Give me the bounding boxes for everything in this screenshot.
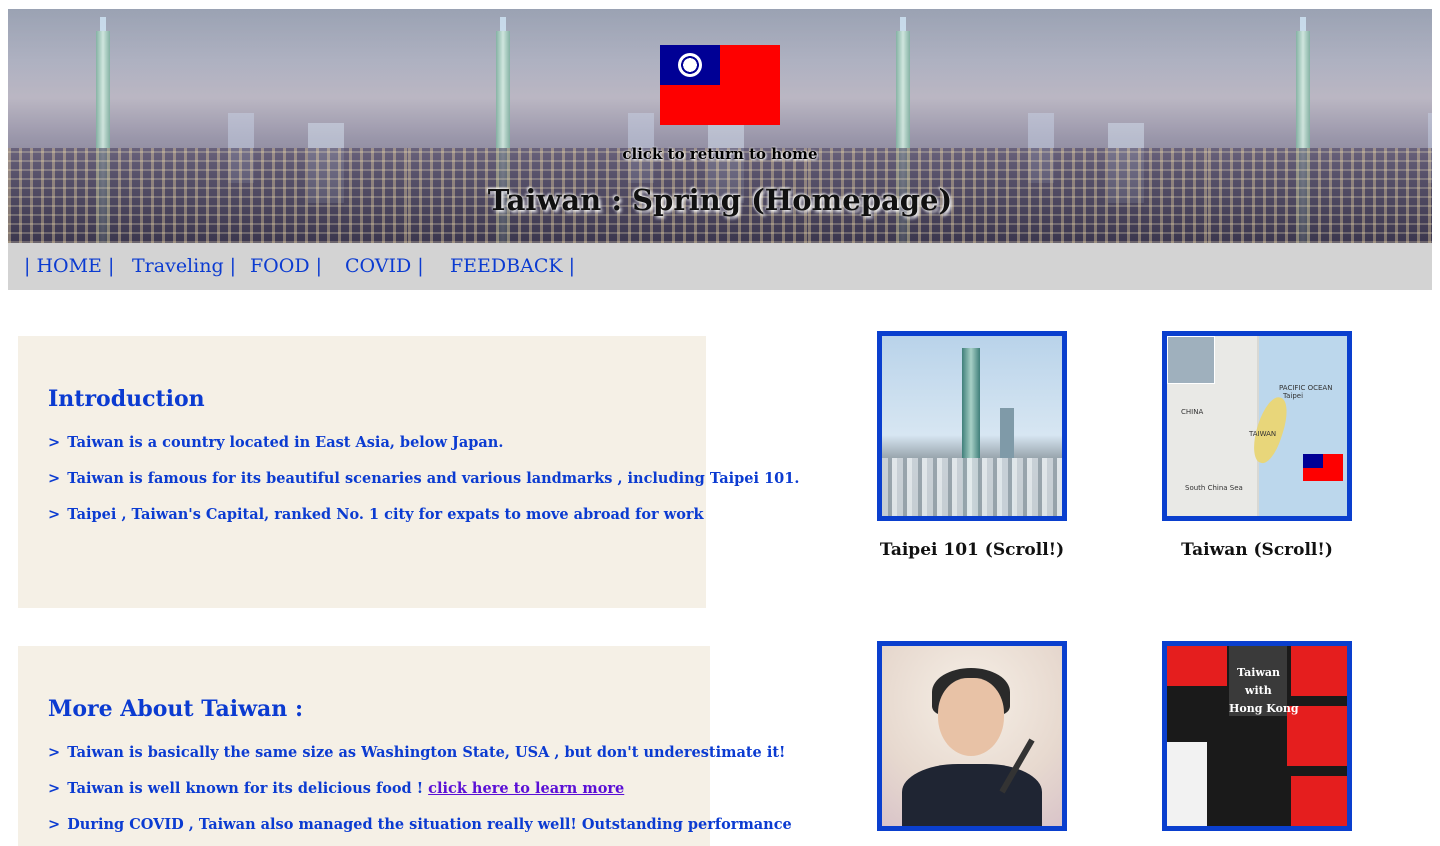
page-title: Taiwan : Spring (Homepage) [487, 183, 953, 217]
nav-item-traveling[interactable]: Traveling | [132, 255, 236, 277]
more-line: > Taiwan is well known for its delicious… [48, 780, 625, 797]
learn-more-link[interactable]: click here to learn more [428, 780, 624, 797]
nav-item-home[interactable]: | HOME | [24, 255, 114, 277]
header-banner: click to return to home Taiwan : Spring … [8, 9, 1432, 243]
more-heading: More About Taiwan : [48, 696, 304, 722]
more-about-section: More About Taiwan : > Taiwan is basicall… [18, 646, 792, 846]
nav-item-feedback[interactable]: FEEDBACK | [450, 255, 575, 277]
nav-item-covid[interactable]: COVID | [345, 255, 424, 277]
president-image [882, 646, 1062, 826]
main-nav: | HOME | Traveling | FOOD | COVID | FEED… [8, 243, 1432, 290]
return-home-link[interactable]: click to return to home [528, 145, 912, 163]
taipei101-image [882, 336, 1062, 516]
taipei101-image-card[interactable] [877, 331, 1067, 521]
white-sun-icon [678, 53, 702, 77]
taiwan-flag-icon[interactable] [660, 45, 780, 125]
intro-section: Introduction > Taiwan is a country locat… [18, 336, 799, 608]
more-line: > Taiwan is basically the same size as W… [48, 744, 786, 761]
taiwan-map-image-card[interactable]: PACIFIC OCEAN CHINA Taipei TAIWAN South … [1162, 331, 1352, 521]
taiwan-map-caption: Taiwan (Scroll!) [1181, 540, 1333, 560]
intro-line: > Taiwan is famous for its beautiful sce… [48, 470, 800, 487]
more-line: > During COVID , Taiwan also managed the… [48, 816, 792, 833]
president-image-card[interactable] [877, 641, 1067, 831]
intro-line: > Taipei , Taiwan's Capital, ranked No. … [48, 506, 704, 523]
skyline-tile [8, 9, 408, 243]
skyline-tile [1208, 9, 1432, 243]
intro-heading: Introduction [48, 386, 205, 412]
protest-image: Taiwan with Hong Kong [1167, 646, 1347, 826]
taipei101-caption: Taipei 101 (Scroll!) [879, 540, 1065, 560]
nav-item-food[interactable]: FOOD | [250, 255, 322, 277]
protest-image-card[interactable]: Taiwan with Hong Kong [1162, 641, 1352, 831]
intro-line: > Taiwan is a country located in East As… [48, 434, 504, 451]
taiwan-map-image: PACIFIC OCEAN CHINA Taipei TAIWAN South … [1167, 336, 1347, 516]
